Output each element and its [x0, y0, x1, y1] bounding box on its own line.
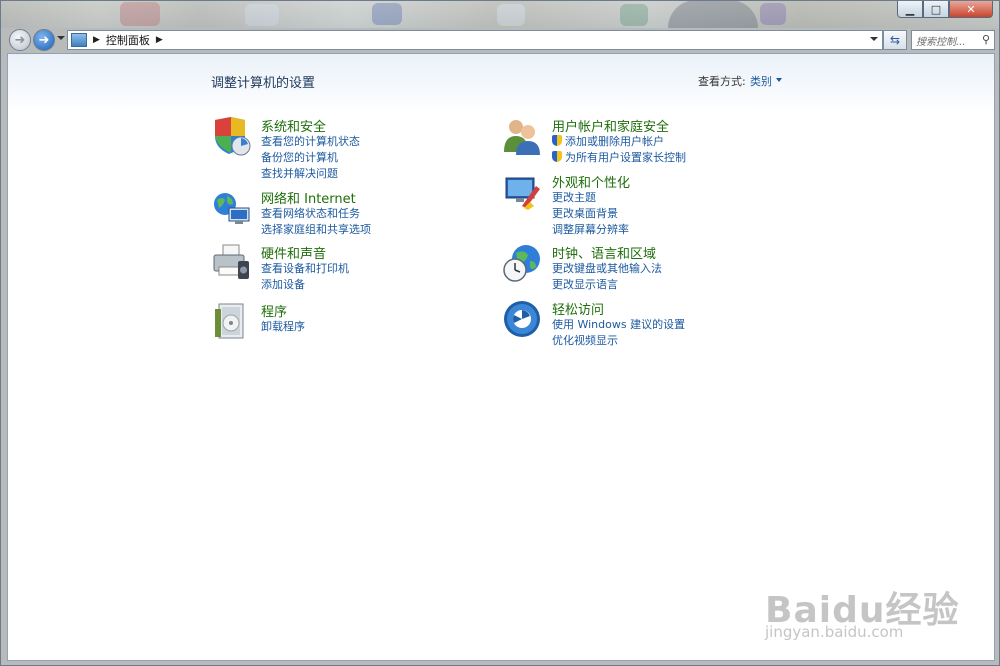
- view-by-label: 查看方式:: [698, 75, 746, 88]
- task-link[interactable]: 卸载程序: [261, 318, 305, 334]
- category-appearance: 外观和个性化 更改主题 更改桌面背景 调整屏幕分辨率: [502, 172, 802, 236]
- task-link[interactable]: 备份您的计算机: [261, 149, 338, 165]
- category-hardware-sound: 硬件和声音 查看设备和打印机 添加设备: [211, 243, 471, 291]
- task-link[interactable]: 查看设备和打印机: [261, 260, 349, 276]
- navigation-bar: ➜ ➜ ▶ 控制面板 ▶ ⇆ 搜索控制... ⚲: [7, 28, 995, 52]
- back-arrow-icon: ➜: [14, 32, 26, 48]
- chevron-right-icon[interactable]: ▶: [93, 35, 100, 45]
- network-internet-icon[interactable]: [211, 188, 251, 228]
- forward-arrow-icon: ➜: [38, 32, 50, 48]
- maximize-button[interactable]: □: [923, 1, 949, 18]
- programs-icon[interactable]: [211, 301, 251, 341]
- back-button[interactable]: ➜: [9, 29, 31, 51]
- task-link[interactable]: 添加或删除用户帐户: [552, 133, 664, 149]
- window-frame: ▁ □ ✕ ➜ ➜ ▶ 控制面板 ▶ ⇆ 搜索控制... ⚲ 调整计算机的设置 …: [0, 0, 1000, 666]
- task-link-label: 为所有用户设置家长控制: [565, 151, 686, 164]
- task-link[interactable]: 查找并解决问题: [261, 165, 338, 181]
- task-link[interactable]: 查看网络状态和任务: [261, 205, 360, 221]
- minimize-button[interactable]: ▁: [897, 1, 923, 18]
- category-ease-of-access: 轻松访问 使用 Windows 建议的设置 优化视频显示: [502, 299, 802, 347]
- address-bar[interactable]: ▶ 控制面板 ▶: [67, 30, 883, 50]
- refresh-icon: ⇆: [889, 33, 901, 47]
- recent-pages-dropdown[interactable]: [57, 36, 65, 40]
- appearance-icon[interactable]: [502, 172, 542, 212]
- page-title: 调整计算机的设置: [211, 76, 316, 91]
- task-link[interactable]: 使用 Windows 建议的设置: [552, 316, 685, 332]
- breadcrumb-control-panel[interactable]: 控制面板: [106, 32, 150, 48]
- clock-language-region-icon[interactable]: [502, 243, 542, 283]
- hardware-sound-icon[interactable]: [211, 243, 251, 283]
- uac-shield-icon: [552, 151, 562, 162]
- task-link[interactable]: 更改键盘或其他输入法: [552, 260, 662, 276]
- search-input[interactable]: 搜索控制... ⚲: [911, 30, 995, 50]
- search-placeholder: 搜索控制...: [916, 36, 966, 48]
- view-by-dropdown[interactable]: 类别: [750, 73, 772, 89]
- task-link[interactable]: 优化视频显示: [552, 332, 618, 348]
- baidu-watermark: Baidu经验 jingyan.baidu.com: [765, 581, 959, 641]
- control-panel-content: 调整计算机的设置 查看方式: 类别 系统和安全 查看您的计算机状态 备份您的计算…: [7, 53, 995, 661]
- category-system-security: 系统和安全 查看您的计算机状态 备份您的计算机 查找并解决问题: [211, 116, 471, 180]
- task-link[interactable]: 更改桌面背景: [552, 205, 618, 221]
- category-clock-language-region: 时钟、语言和区域 更改键盘或其他输入法 更改显示语言: [502, 243, 802, 291]
- task-link[interactable]: 更改主题: [552, 189, 596, 205]
- task-link[interactable]: 查看您的计算机状态: [261, 133, 360, 149]
- watermark-url: jingyan.baidu.com: [765, 623, 904, 641]
- category-programs: 程序 卸载程序: [211, 301, 471, 341]
- refresh-button[interactable]: ⇆: [883, 30, 907, 50]
- ease-of-access-icon[interactable]: [502, 299, 542, 339]
- address-history-dropdown[interactable]: [870, 37, 878, 41]
- task-link[interactable]: 选择家庭组和共享选项: [261, 221, 371, 237]
- task-link[interactable]: 为所有用户设置家长控制: [552, 149, 686, 165]
- forward-button[interactable]: ➜: [33, 29, 55, 51]
- dropdown-arrow-icon[interactable]: [776, 78, 782, 82]
- uac-shield-icon: [552, 135, 562, 146]
- system-security-icon[interactable]: [211, 116, 251, 156]
- search-icon[interactable]: ⚲: [982, 33, 990, 46]
- close-button[interactable]: ✕: [949, 1, 993, 18]
- user-accounts-icon[interactable]: [502, 116, 542, 156]
- chevron-right-icon[interactable]: ▶: [156, 35, 163, 45]
- category-network-internet: 网络和 Internet 查看网络状态和任务 选择家庭组和共享选项: [211, 188, 471, 236]
- window-controls: ▁ □ ✕: [897, 1, 993, 18]
- task-link[interactable]: 更改显示语言: [552, 276, 618, 292]
- task-link-label: 添加或删除用户帐户: [565, 135, 664, 148]
- category-user-accounts: 用户帐户和家庭安全 添加或删除用户帐户 为所有用户设置家长控制: [502, 116, 802, 164]
- task-link[interactable]: 调整屏幕分辨率: [552, 221, 629, 237]
- task-link[interactable]: 添加设备: [261, 276, 305, 292]
- control-panel-icon: [71, 33, 87, 47]
